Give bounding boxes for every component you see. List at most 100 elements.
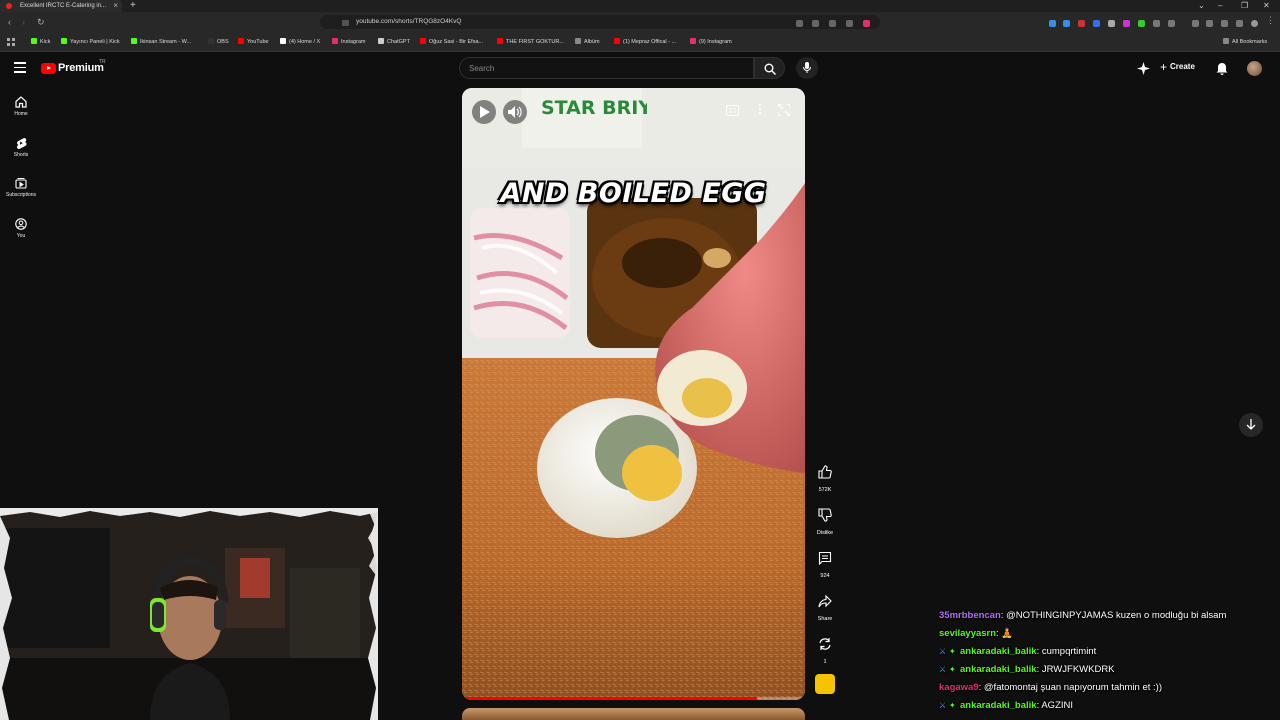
captions-icon[interactable]	[726, 105, 739, 116]
close-tab-icon[interactable]: ×	[113, 1, 118, 10]
extension-purple-icon[interactable]	[1123, 20, 1130, 27]
extension-red-icon[interactable]	[1078, 20, 1085, 27]
tools-icon[interactable]	[1236, 20, 1243, 27]
sidebar-item-subscriptions[interactable]: Subscriptions	[0, 177, 42, 198]
kick-icon	[31, 38, 37, 44]
home-icon	[15, 96, 27, 108]
comment-icon	[818, 551, 832, 565]
stream-chat-overlay: 35mrbbencan: @NOTHINGINPYJAMAS kuzen o m…	[939, 610, 1269, 718]
like-count: 572K	[818, 487, 832, 493]
menu-icon[interactable]	[14, 62, 26, 73]
browser-menu-icon[interactable]: ⋮	[1266, 15, 1275, 26]
bookmark-item[interactable]: Kick	[31, 38, 50, 45]
bookmark-item[interactable]: OBS	[208, 38, 229, 45]
more-options-icon[interactable]: ⋮	[754, 102, 766, 116]
youtube-icon	[614, 38, 620, 44]
instagram-icon	[690, 38, 696, 44]
sidebar-item-home[interactable]: Home	[0, 96, 42, 117]
bookmark-item[interactable]: YouTube	[238, 38, 269, 45]
zoom-icon[interactable]	[812, 20, 819, 27]
search-button[interactable]	[754, 57, 785, 79]
star-icon[interactable]	[846, 20, 853, 27]
back-button[interactable]: ‹	[8, 17, 11, 27]
bookmark-item[interactable]: Instagram	[332, 38, 365, 45]
downloads-icon[interactable]	[1221, 20, 1228, 27]
notifications-bell-icon[interactable]	[1216, 62, 1228, 75]
sidebar-item-you[interactable]: You	[0, 218, 42, 239]
browser-tab-active[interactable]: Excellent IRCTC E-Catering in... ×	[0, 0, 122, 12]
media-control-icon[interactable]	[1192, 20, 1199, 27]
folder-icon	[575, 38, 581, 44]
side-panel-icon[interactable]	[1206, 20, 1213, 27]
bookmark-item[interactable]: İkinsan Stream - W...	[131, 38, 191, 45]
bookmark-item[interactable]: THE FIRST GOKTUR...	[497, 38, 564, 45]
forward-button[interactable]: ›	[22, 17, 25, 27]
bookmark-item[interactable]: (4) Home / X	[280, 38, 320, 45]
subscriptions-icon	[15, 178, 27, 189]
sidebar-item-label: You	[16, 233, 26, 239]
next-short-preview[interactable]	[462, 708, 805, 720]
extension-blue-icon[interactable]	[1063, 20, 1070, 27]
minimize-window-button[interactable]: –	[1218, 1, 1222, 10]
apps-grid-icon[interactable]	[7, 38, 15, 46]
like-button[interactable]: 572K	[812, 459, 838, 493]
create-button[interactable]: + Create	[1160, 60, 1195, 74]
bookmark-item[interactable]: Oğuz Sasi - Bir Efsa...	[420, 38, 483, 45]
ai-sparkle-icon[interactable]	[1137, 62, 1150, 75]
close-window-button[interactable]: ✕	[1263, 1, 1270, 10]
extensions-menu-icon[interactable]	[1153, 20, 1160, 27]
fullscreen-icon[interactable]	[778, 104, 790, 116]
share-button[interactable]: Share	[812, 588, 838, 622]
extension-grey-icon[interactable]	[1108, 20, 1115, 27]
search-input[interactable]: Search	[459, 57, 754, 79]
volume-button[interactable]	[503, 100, 527, 124]
video-progress-bar[interactable]	[462, 697, 805, 700]
video-caption: AND BOILED EGG	[500, 178, 767, 209]
chat-message: kagawa9: @fatomontaj şuan napıyorum tahm…	[939, 682, 1269, 700]
moderator-sword-icon: ⚔	[939, 647, 947, 656]
shorts-video-player[interactable]: STAR BRIYANI AND BOILED EGG ⋮	[462, 88, 805, 700]
reload-button[interactable]: ↻	[37, 17, 45, 28]
youtube-logo-icon[interactable]	[41, 63, 56, 74]
tab-search-icon[interactable]: ⌄	[1198, 1, 1205, 10]
dislike-button[interactable]: Dislike	[812, 502, 838, 536]
extension-icon[interactable]	[863, 20, 870, 27]
you-icon	[15, 218, 27, 230]
next-video-button[interactable]	[1239, 413, 1263, 437]
new-tab-button[interactable]: +	[130, 0, 136, 11]
site-info-icon[interactable]	[342, 20, 349, 26]
reading-list-icon[interactable]	[1168, 20, 1175, 27]
share-page-icon[interactable]	[829, 20, 836, 27]
sidebar-item-label: Home	[14, 111, 28, 117]
restore-window-button[interactable]: ❐	[1241, 1, 1248, 10]
bookmark-item[interactable]: Albüm	[575, 38, 600, 45]
streamer-webcam	[0, 508, 378, 720]
remix-button[interactable]: 1	[812, 631, 838, 665]
all-bookmarks-folder[interactable]: All Bookmarks	[1223, 38, 1267, 45]
extension-audio-icon[interactable]	[1049, 20, 1056, 27]
avatar[interactable]	[1247, 61, 1262, 76]
cast-icon[interactable]	[796, 20, 803, 27]
plus-icon: +	[1160, 60, 1168, 74]
obs-icon	[208, 38, 214, 44]
sidebar-item-label: Shorts	[13, 152, 29, 158]
bookmark-item[interactable]: (9) Instagram	[690, 38, 732, 45]
voice-search-button[interactable]	[796, 57, 818, 79]
sidebar-item-shorts[interactable]: Shorts	[0, 137, 42, 158]
kick-icon	[131, 38, 137, 44]
bookmark-item[interactable]: ChatGPT	[378, 38, 410, 45]
extension-translate-icon[interactable]	[1093, 20, 1100, 27]
sound-thumbnail[interactable]	[815, 674, 835, 694]
brand-label[interactable]: Premium	[58, 62, 104, 74]
play-button[interactable]	[472, 100, 496, 124]
bookmark-item[interactable]: Yayıncı Paneli | Kick	[61, 38, 120, 45]
comments-button[interactable]: 924	[812, 545, 838, 579]
subscriber-badge-icon: ✦	[949, 647, 956, 656]
chat-text: AGZINI	[1041, 700, 1074, 711]
thumbs-down-icon	[818, 508, 832, 522]
extension-green-icon[interactable]	[1138, 20, 1145, 27]
bookmark-item[interactable]: (1) Mepraz Offical - ...	[614, 38, 676, 45]
remix-icon	[819, 638, 831, 650]
profile-icon[interactable]	[1251, 20, 1258, 27]
sign-text: STAR BRIYANI	[541, 97, 647, 119]
